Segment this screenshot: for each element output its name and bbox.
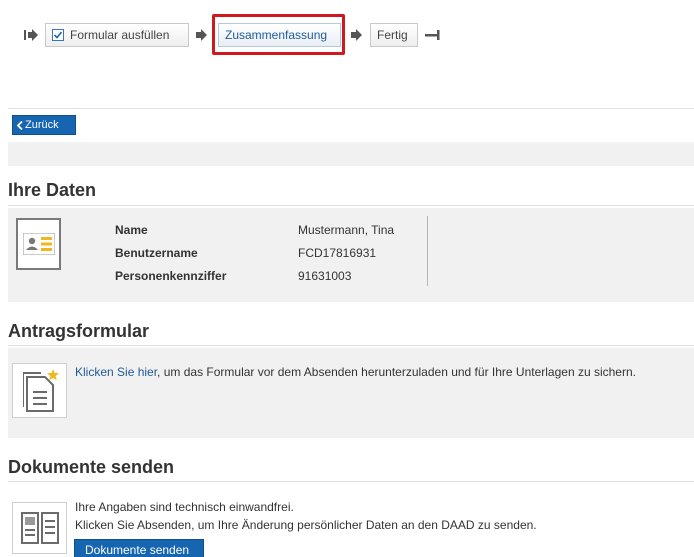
section-title-dokumente-senden: Dokumente senden bbox=[8, 457, 175, 477]
dokumente-status-text: Ihre Angaben sind technisch einwandfrei. bbox=[75, 500, 294, 514]
user-card-icon bbox=[16, 218, 61, 270]
current-step-highlight bbox=[212, 14, 345, 55]
data-value-personenkennziffer: 91631003 bbox=[298, 269, 352, 283]
download-link[interactable]: Klicken Sie hier bbox=[75, 365, 157, 379]
divider bbox=[8, 481, 694, 482]
send-documents-label: Dokumente senden bbox=[85, 543, 190, 557]
document-download-icon[interactable] bbox=[12, 363, 67, 418]
vertical-divider bbox=[427, 216, 428, 286]
wizard-step-label: Formular ausfüllen bbox=[70, 28, 170, 42]
antragsformular-panel: Klicken Sie hier, um das Formular vor de… bbox=[8, 348, 694, 438]
documents-icon bbox=[12, 502, 67, 554]
toolbar-band bbox=[8, 142, 694, 166]
data-value-benutzername: FCD17816931 bbox=[298, 246, 377, 260]
wizard-step-fertig[interactable]: Fertig bbox=[370, 23, 418, 47]
wizard-step-label: Fertig bbox=[377, 28, 408, 42]
section-title-antragsformular: Antragsformular bbox=[8, 321, 150, 341]
chevron-left-icon bbox=[17, 121, 23, 130]
wizard-end-icon bbox=[425, 30, 440, 40]
back-button[interactable]: Zurück bbox=[12, 115, 76, 135]
send-documents-button[interactable]: Dokumente senden bbox=[74, 539, 204, 557]
data-label-name: Name bbox=[115, 223, 148, 237]
divider bbox=[8, 108, 694, 109]
data-label-personenkennziffer: Personenkennziffer bbox=[115, 269, 227, 283]
divider bbox=[8, 345, 694, 346]
wizard-start-icon bbox=[24, 29, 38, 41]
back-button-label: Zurück bbox=[25, 119, 59, 131]
divider bbox=[8, 205, 694, 206]
antragsformular-description: , um das Formular vor dem Absenden herun… bbox=[157, 365, 636, 379]
arrow-right-icon bbox=[351, 29, 362, 41]
dokumente-instruction-text: Klicken Sie Absenden, um Ihre Änderung p… bbox=[75, 518, 537, 532]
antragsformular-text: Klicken Sie hier, um das Formular vor de… bbox=[75, 365, 636, 379]
data-label-benutzername: Benutzername bbox=[115, 246, 198, 260]
ihre-daten-panel: Name Mustermann, Tina Benutzername FCD17… bbox=[8, 208, 694, 302]
wizard-step-formular[interactable]: Formular ausfüllen bbox=[45, 23, 189, 47]
checked-icon bbox=[52, 29, 64, 41]
section-title-ihre-daten: Ihre Daten bbox=[8, 180, 97, 200]
data-value-name: Mustermann, Tina bbox=[298, 223, 395, 237]
arrow-right-icon bbox=[196, 29, 207, 41]
